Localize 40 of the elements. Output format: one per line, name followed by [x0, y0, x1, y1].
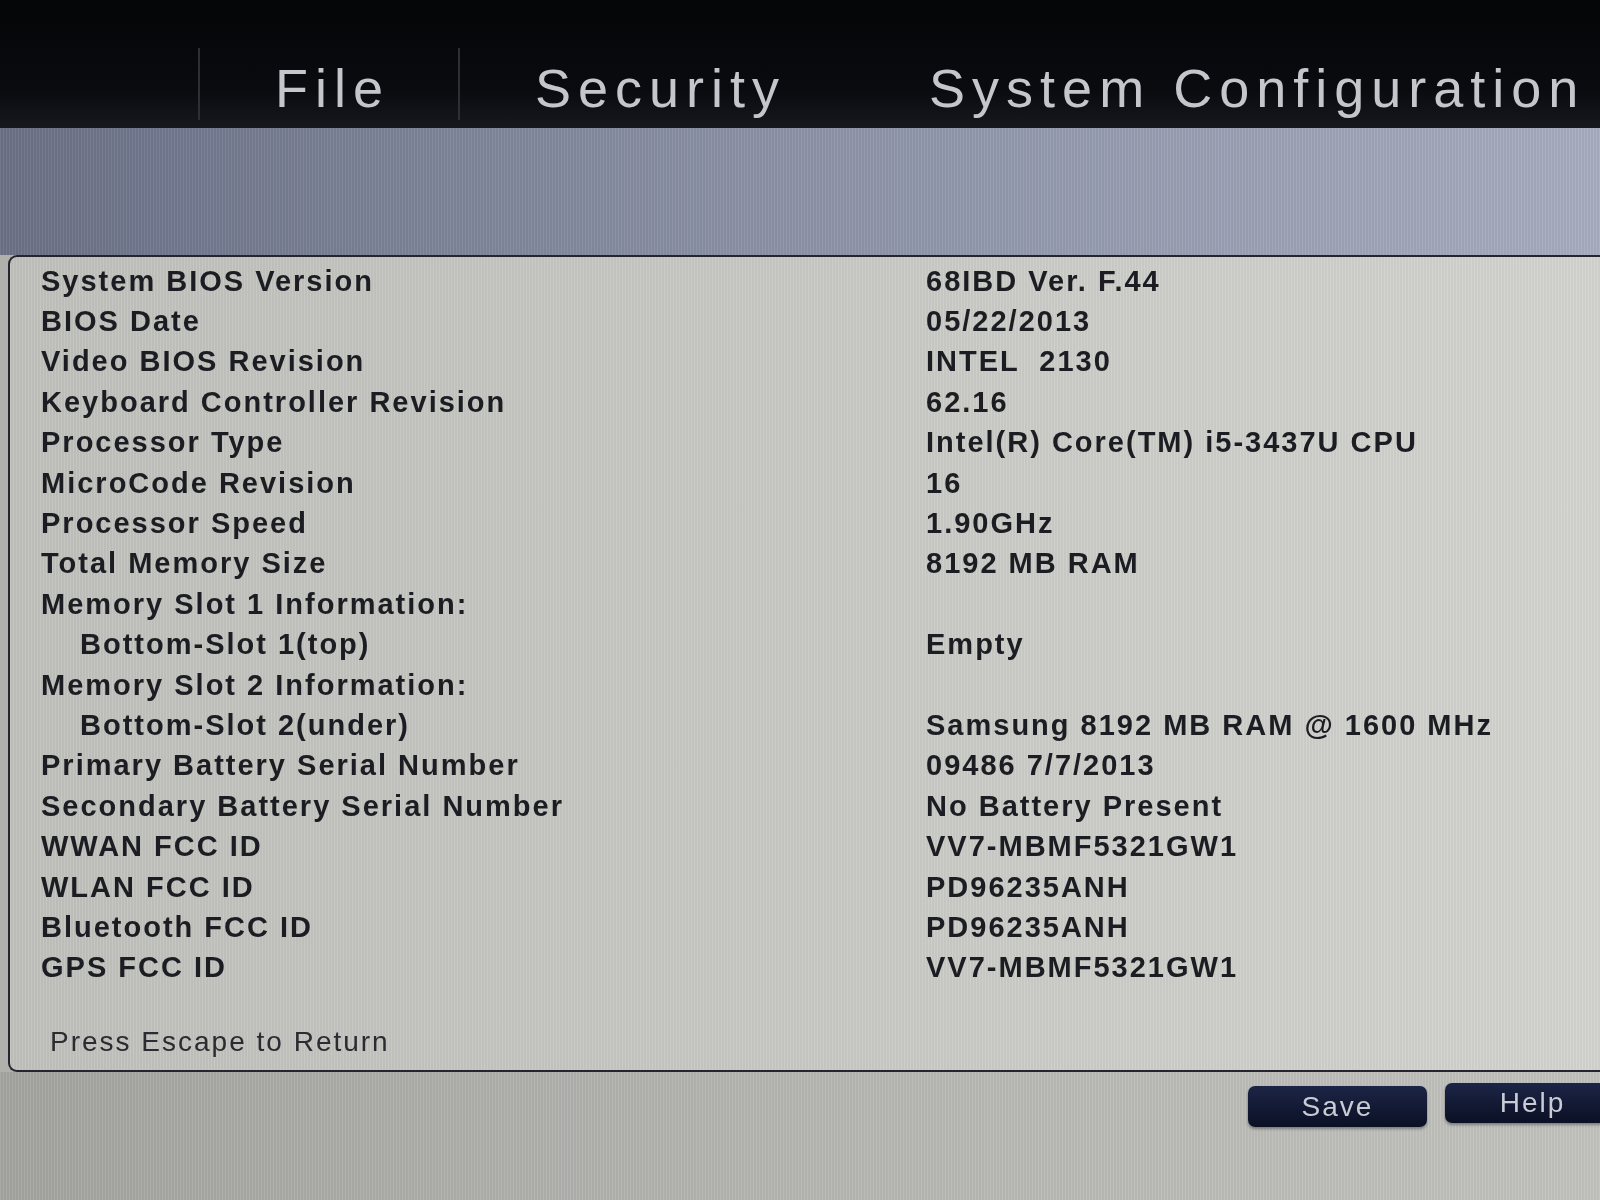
field-value: 09486 7/7/2013 — [926, 749, 1156, 783]
field-label: Memory Slot 2 Information: — [41, 668, 469, 702]
field-label: Primary Battery Serial Number — [41, 749, 520, 783]
field-label: Keyboard Controller Revision — [41, 385, 507, 419]
footer-button[interactable]: Help — [1445, 1083, 1600, 1123]
field-label: Processor Speed — [41, 507, 308, 541]
field-value: PD96235ANH — [926, 910, 1130, 944]
field-label: GPS FCC ID — [41, 951, 227, 985]
field-label: Bluetooth FCC ID — [41, 910, 313, 944]
field-label: BIOS Date — [41, 305, 201, 339]
field-value: Samsung 8192 MB RAM @ 1600 MHz — [926, 709, 1493, 742]
field-label: WLAN FCC ID — [41, 870, 255, 904]
field-label: Video BIOS Revision — [41, 345, 366, 379]
field-label: Total Memory Size — [41, 547, 328, 581]
field-value: 68IBD Ver. F.44 — [926, 264, 1161, 298]
field-label: Secondary Battery Serial Number — [41, 789, 564, 823]
field-label: Bottom-Slot 2(under) — [80, 709, 410, 742]
field-value: 05/22/2013 — [926, 305, 1092, 339]
field-value: VV7-MBMF5321GW1 — [926, 830, 1238, 864]
field-value: No Battery Present — [926, 789, 1224, 823]
field-value: 8192 MB RAM — [926, 547, 1140, 581]
menu-tab[interactable]: System Configuration — [854, 48, 1600, 120]
field-value: 16 — [926, 466, 963, 500]
field-label: Bottom-Slot 1(top) — [80, 628, 371, 662]
field-value: 62.16 — [926, 385, 1009, 419]
field-label: Processor Type — [41, 426, 285, 460]
field-value: Intel(R) Core(TM) i5-3437U CPU — [926, 426, 1418, 460]
field-label: MicroCode Revision — [41, 466, 356, 500]
field-value: 1.90GHz — [926, 507, 1055, 541]
field-label: Memory Slot 1 Information: — [41, 587, 469, 621]
field-value: VV7-MBMF5321GW1 — [926, 951, 1238, 985]
footer-button[interactable]: Save — [1248, 1086, 1427, 1127]
field-value: Empty — [926, 628, 1025, 662]
field-value: INTEL 2130 — [926, 345, 1112, 379]
menu-tab[interactable]: Security — [458, 48, 855, 120]
menu-tab[interactable]: File — [198, 48, 458, 120]
field-value: PD96235ANH — [926, 870, 1130, 904]
field-label: System BIOS Version — [41, 264, 374, 298]
hint-text: Press Escape to Return — [50, 1026, 390, 1058]
field-label: WWAN FCC ID — [41, 830, 263, 864]
